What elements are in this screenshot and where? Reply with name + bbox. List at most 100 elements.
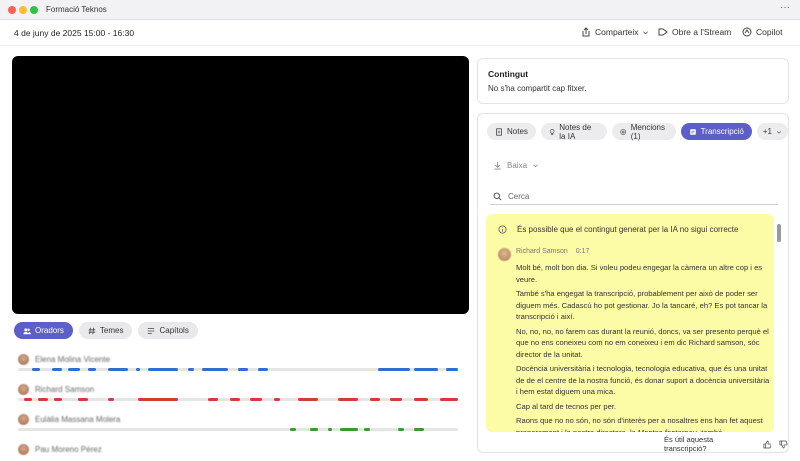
speaker-name: Elena Molina Vicente xyxy=(35,354,111,364)
tab-ai-notes-label: Notes de la IA xyxy=(559,122,592,141)
speaking-segment[interactable] xyxy=(414,368,438,371)
transcript-content[interactable]: És possible que el contingut generat per… xyxy=(486,214,774,432)
speaking-segment[interactable] xyxy=(440,398,458,401)
speaking-segment[interactable] xyxy=(208,398,218,401)
tab-topics[interactable]: Temes xyxy=(78,322,133,339)
avatar xyxy=(498,248,511,261)
search-input[interactable]: Cerca xyxy=(490,188,778,205)
transcript-scrollbar[interactable] xyxy=(777,224,781,242)
ai-warning: És possible que el contingut generat per… xyxy=(498,225,738,234)
speaking-segment[interactable] xyxy=(258,368,268,371)
speaking-segment[interactable] xyxy=(290,428,296,431)
speaker-row[interactable]: Pau Moreno Pérez xyxy=(18,443,458,455)
transcript-panel: Notes Notes de la IA Mencions (1) Transc… xyxy=(477,113,789,453)
speaking-segment[interactable] xyxy=(310,428,318,431)
chevron-down-icon xyxy=(533,164,538,168)
open-in-stream-button[interactable]: Obre a l'Stream xyxy=(658,27,731,37)
content-card: Contingut No s'ha compartit cap fitxer. xyxy=(477,58,789,104)
tab-chapters[interactable]: Capítols xyxy=(138,322,198,339)
more-tabs-button[interactable]: +1 xyxy=(756,123,788,140)
speaking-segment[interactable] xyxy=(88,368,96,371)
speaking-segment[interactable] xyxy=(338,398,358,401)
share-button[interactable]: Comparteix xyxy=(581,27,649,37)
content-title: Contingut xyxy=(488,69,529,79)
speaking-segment[interactable] xyxy=(364,428,370,431)
speaker-row[interactable]: Elena Molina Vicente xyxy=(18,353,458,371)
copilot-label: Copilot xyxy=(756,27,783,37)
speaking-segment[interactable] xyxy=(230,398,240,401)
speaking-segment[interactable] xyxy=(414,428,424,431)
transcript-paragraph: Docència universitària i tecnologia, tec… xyxy=(516,364,770,396)
meeting-date: 4 de juny de 2025 15:00 - 16:30 xyxy=(14,28,135,38)
minimize-window-button[interactable] xyxy=(19,6,27,14)
thumbs-up-icon[interactable] xyxy=(763,440,772,449)
transcript-entry-meta: Richard Samson 0:17 xyxy=(516,248,589,255)
hash-icon xyxy=(88,327,96,334)
speaking-segment[interactable] xyxy=(52,368,62,371)
speaking-segment[interactable] xyxy=(390,398,402,401)
speaking-segment[interactable] xyxy=(238,368,248,371)
speaking-segment[interactable] xyxy=(298,398,318,401)
more-options-button[interactable]: ··· xyxy=(780,2,790,13)
speaking-segment[interactable] xyxy=(108,368,128,371)
at-icon xyxy=(620,128,627,135)
speaker-name: Eulàlia Massana Molera xyxy=(35,414,121,424)
thumbs-down-icon[interactable] xyxy=(779,440,788,449)
speaker-row[interactable]: Richard Samson xyxy=(18,383,458,401)
speaking-segment[interactable] xyxy=(378,368,410,371)
speaking-segment[interactable] xyxy=(414,398,428,401)
speaking-segment[interactable] xyxy=(250,398,262,401)
speaking-segment[interactable] xyxy=(68,368,80,371)
speaker-timeline[interactable] xyxy=(18,368,458,371)
tab-chapters-label: Capítols xyxy=(159,326,189,335)
copilot-icon xyxy=(742,27,752,37)
transcript-text: Molt bé, molt bon dia. Si voleu podeu en… xyxy=(516,262,772,432)
copilot-button[interactable]: Copilot xyxy=(742,27,782,37)
speaking-segment[interactable] xyxy=(202,368,228,371)
tab-speakers[interactable]: Oradors xyxy=(14,322,73,339)
speaker-timeline[interactable] xyxy=(18,428,458,431)
speaking-segment[interactable] xyxy=(138,398,178,401)
speaking-segment[interactable] xyxy=(136,368,140,371)
panel-tabs: Notes Notes de la IA Mencions (1) Transc… xyxy=(487,122,788,141)
speaking-segment[interactable] xyxy=(398,428,404,431)
speaking-segment[interactable] xyxy=(148,368,178,371)
transcript-timestamp[interactable]: 0:17 xyxy=(576,248,590,255)
chevron-down-icon xyxy=(776,130,782,134)
transcript-paragraph: Molt bé, molt bon dia. Si voleu podeu en… xyxy=(516,263,763,284)
stream-icon xyxy=(658,28,668,36)
download-button[interactable]: Baixa xyxy=(493,161,539,170)
tab-ai-notes[interactable]: Notes de la IA xyxy=(540,122,608,141)
speaking-segment[interactable] xyxy=(38,398,48,401)
speaking-segment[interactable] xyxy=(108,398,114,401)
speaking-segment[interactable] xyxy=(370,398,380,401)
speaking-segment[interactable] xyxy=(328,428,332,431)
speaker-name: Richard Samson xyxy=(35,384,95,394)
list-icon xyxy=(148,327,155,334)
tab-notes[interactable]: Notes xyxy=(487,123,536,140)
speaking-segment[interactable] xyxy=(188,368,194,371)
tab-transcript[interactable]: Transcripció xyxy=(680,123,752,140)
video-player[interactable] xyxy=(12,56,469,314)
maximize-window-button[interactable] xyxy=(30,6,38,14)
feedback-question: És útil aquesta transcripció? xyxy=(664,435,714,453)
speaker-row[interactable]: Eulàlia Massana Molera xyxy=(18,413,458,431)
speaking-segment[interactable] xyxy=(446,368,458,371)
tab-notes-label: Notes xyxy=(507,127,528,136)
speaking-segment[interactable] xyxy=(54,398,62,401)
tab-mentions[interactable]: Mencions (1) xyxy=(612,123,676,141)
close-window-button[interactable] xyxy=(8,6,16,14)
speaking-segment[interactable] xyxy=(32,368,40,371)
download-label: Baixa xyxy=(507,161,528,170)
transcript-icon xyxy=(689,128,696,135)
transcript-paragraph: No, no, no, no farem cas durant la reuni… xyxy=(516,326,769,359)
speaking-segment[interactable] xyxy=(24,398,32,401)
speaking-segment[interactable] xyxy=(274,398,280,401)
speaking-segment[interactable] xyxy=(340,428,358,431)
window-title: Formació Teknos xyxy=(46,5,107,14)
download-icon xyxy=(494,161,501,170)
speaking-segment[interactable] xyxy=(78,398,88,401)
info-icon xyxy=(498,225,507,234)
speaker-timeline[interactable] xyxy=(18,398,458,401)
transcript-paragraph: També s'ha engegat la transcripció, prob… xyxy=(516,289,768,321)
